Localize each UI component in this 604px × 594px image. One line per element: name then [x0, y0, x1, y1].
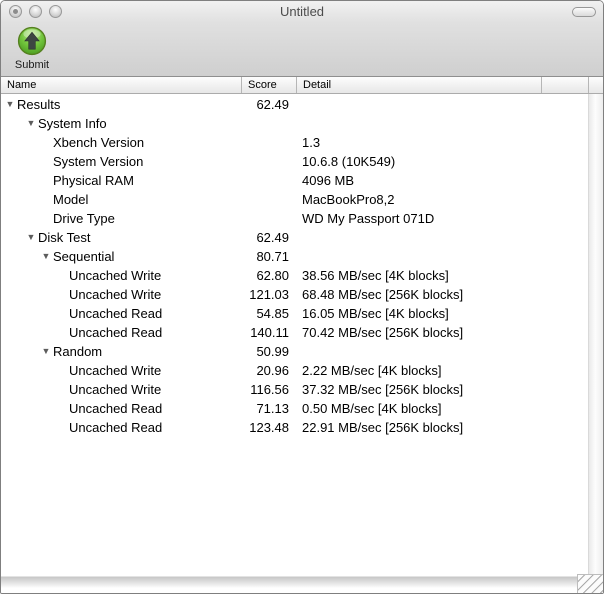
outline-row[interactable]: Uncached Read 54.85 16.05 MB/sec [4K block…	[1, 304, 588, 323]
row-name: Uncached Write	[69, 363, 162, 378]
row-detail: 22.91 MB/sec [256K blocks]	[302, 420, 464, 435]
column-header-score[interactable]: Score	[242, 77, 297, 93]
row-name: Uncached Write	[69, 287, 162, 302]
row-name: Uncached Write	[69, 268, 162, 283]
row-name: Uncached Read	[69, 401, 163, 416]
outline-row[interactable]: Uncached Write 116.56 37.32 MB/sec [256K b…	[1, 380, 588, 399]
outline-row[interactable]: ▼ Results 62.49	[1, 95, 588, 114]
outline-row[interactable]: System Version 10.6.8 (10K549)	[1, 152, 588, 171]
row-name: Uncached Read	[69, 420, 163, 435]
column-header-name[interactable]: Name	[1, 77, 242, 93]
row-score: 62.49	[256, 230, 289, 245]
toolbar-toggle-button[interactable]	[572, 7, 596, 17]
row-score: 20.96	[256, 363, 289, 378]
submit-button[interactable]: Submit	[13, 26, 51, 71]
row-detail: WD My Passport 071D	[302, 211, 435, 226]
row-score: 62.80	[256, 268, 289, 283]
row-name: System Info	[38, 116, 107, 131]
row-name: Model	[53, 192, 89, 207]
row-score: 54.85	[256, 306, 289, 321]
submit-upload-icon	[17, 26, 47, 56]
row-detail: 68.48 MB/sec [256K blocks]	[302, 287, 464, 302]
outline-row[interactable]: Uncached Write 62.80 38.56 MB/sec [4K bloc…	[1, 266, 588, 285]
disclosure-triangle-icon[interactable]: ▼	[40, 247, 52, 266]
row-detail: 16.05 MB/sec [4K blocks]	[302, 306, 449, 321]
row-detail: 0.50 MB/sec [4K blocks]	[302, 401, 442, 416]
window-title: Untitled	[279, 4, 325, 19]
row-name: Uncached Read	[69, 325, 163, 340]
row-name: Disk Test	[38, 230, 91, 245]
disclosure-triangle-icon[interactable]: ▼	[4, 95, 16, 114]
outline-row[interactable]: Physical RAM 4096 MB	[1, 171, 588, 190]
row-score: 116.56	[250, 382, 289, 397]
row-detail: 4096 MB	[302, 173, 355, 188]
horizontal-scrollbar[interactable]	[1, 574, 603, 593]
disclosure-triangle-icon[interactable]: ▼	[40, 342, 52, 361]
outline-row[interactable]: ▼ System Info	[1, 114, 588, 133]
outline-row[interactable]: Drive Type WD My Passport 071D	[1, 209, 588, 228]
outline-row[interactable]: ▼ Sequential 80.71	[1, 247, 588, 266]
row-score: 62.49	[256, 97, 289, 112]
row-name: Drive Type	[53, 211, 115, 226]
row-detail: 10.6.8 (10K549)	[302, 154, 396, 169]
table-header: Name Score Detail	[1, 77, 603, 94]
row-detail: 70.42 MB/sec [256K blocks]	[302, 325, 464, 340]
submit-label: Submit	[14, 59, 50, 71]
row-name: Results	[17, 97, 61, 112]
row-detail: 37.32 MB/sec [256K blocks]	[302, 382, 464, 397]
row-detail: 1.3	[302, 135, 321, 150]
row-name: Sequential	[53, 249, 115, 264]
results-outline-view: ▼ Results 62.49 ▼ System Info Xbench Version 1…	[1, 94, 603, 576]
row-score: 123.48	[249, 420, 289, 435]
resize-grip[interactable]	[577, 574, 603, 593]
outline-row[interactable]: ▼ Random 50.99	[1, 342, 588, 361]
outline-row[interactable]: Uncached Write 121.03 68.48 MB/sec [256K b…	[1, 285, 588, 304]
row-name: System Version	[53, 154, 144, 169]
toolbar: Submit	[1, 23, 603, 77]
row-score: 80.71	[256, 249, 289, 264]
outline-row[interactable]: Xbench Version 1.3	[1, 133, 588, 152]
outline-row[interactable]: Uncached Read 71.13 0.50 MB/sec [4K blocks…	[1, 399, 588, 418]
outline-row[interactable]: Uncached Write 20.96 2.22 MB/sec [4K block…	[1, 361, 588, 380]
row-score: 121.03	[249, 287, 289, 302]
outline-rows: ▼ Results 62.49 ▼ System Info Xbench Version 1…	[1, 95, 588, 437]
row-score: 71.13	[256, 401, 289, 416]
row-name: Xbench Version	[53, 135, 145, 150]
row-score: 50.99	[256, 344, 289, 359]
column-header-detail[interactable]: Detail	[297, 77, 542, 93]
column-header-scrollbar-corner	[589, 77, 603, 93]
row-detail: MacBookPro8,2	[302, 192, 395, 207]
titlebar[interactable]: Untitled	[1, 1, 603, 23]
xbench-results-window: Untitled Submit Name Score Detail ▼ Resu…	[0, 0, 604, 594]
row-score: 140.11	[250, 325, 289, 340]
row-name: Uncached Read	[69, 306, 163, 321]
outline-row[interactable]: Model MacBookPro8,2	[1, 190, 588, 209]
vertical-scrollbar[interactable]	[588, 94, 603, 576]
row-detail: 2.22 MB/sec [4K blocks]	[302, 363, 442, 378]
outline-row[interactable]: Uncached Read 140.11 70.42 MB/sec [256K bl…	[1, 323, 588, 342]
row-detail: 38.56 MB/sec [4K blocks]	[302, 268, 449, 283]
outline-row[interactable]: ▼ Disk Test 62.49	[1, 228, 588, 247]
disclosure-triangle-icon[interactable]: ▼	[25, 228, 37, 247]
disclosure-triangle-icon[interactable]: ▼	[25, 114, 37, 133]
column-header-empty	[542, 77, 589, 93]
row-name: Physical RAM	[53, 173, 134, 188]
outline-row[interactable]: Uncached Read 123.48 22.91 MB/sec [256K bl…	[1, 418, 588, 437]
row-name: Uncached Write	[69, 382, 162, 397]
row-name: Random	[53, 344, 103, 359]
